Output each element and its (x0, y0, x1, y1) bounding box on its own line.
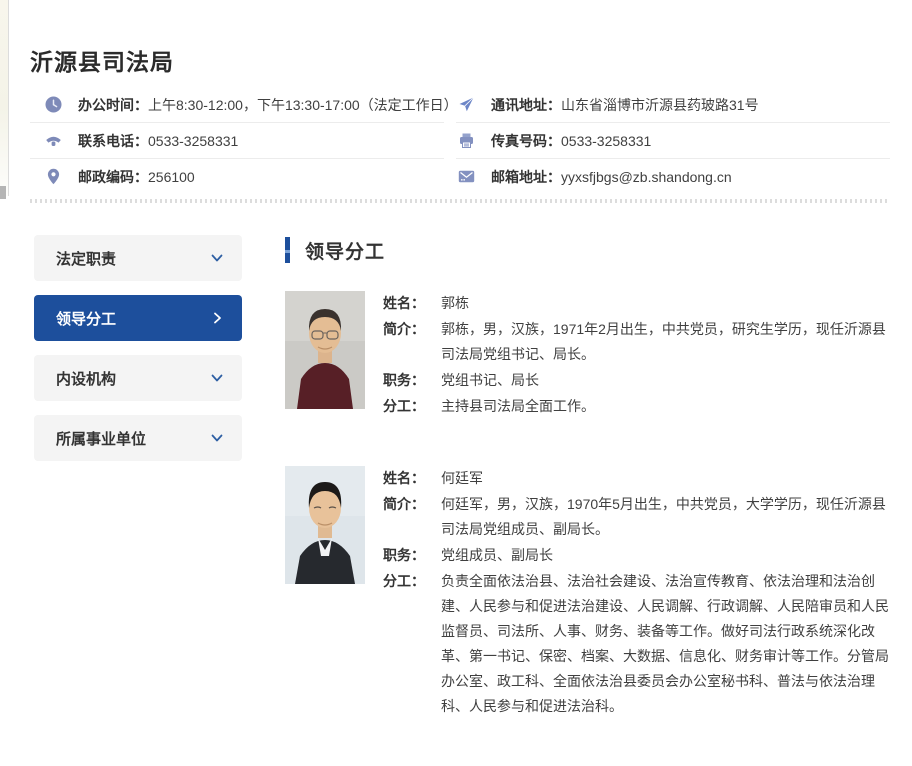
sidebar: 法定职责 领导分工 内设机构 所属事业单位 (34, 235, 242, 475)
page-title: 沂源县司法局 (30, 43, 174, 77)
contact-label: 传真号码： (491, 131, 561, 151)
location-icon (45, 168, 62, 185)
send-icon (458, 96, 475, 113)
sidebar-item-leadership-division[interactable]: 领导分工 (34, 295, 242, 341)
contact-postcode: 邮政编码： 256100 (30, 159, 444, 194)
duty-label: 分工： (383, 569, 441, 719)
leader-position-row: 职务： 党组书记、局长 (383, 368, 890, 393)
contact-phone: 联系电话： 0533-3258331 (30, 123, 444, 159)
leader-name: 何廷军 (441, 466, 890, 491)
leader-card: 姓名： 郭栋 简介： 郭栋，男，汉族，1971年2月出生，中共党员，研究生学历，… (285, 291, 890, 420)
leader-duty-row: 分工： 主持县司法局全面工作。 (383, 394, 890, 419)
leader-name: 郭栋 (441, 291, 890, 316)
sidebar-item-label: 法定职责 (56, 248, 116, 269)
phone-icon (45, 132, 62, 149)
clock-icon (45, 96, 62, 113)
bio-label: 简介： (383, 492, 441, 542)
page-edge-notch (0, 186, 6, 199)
leader-info: 姓名： 郭栋 简介： 郭栋，男，汉族，1971年2月出生，中共党员，研究生学历，… (383, 291, 890, 420)
section-marker-bar (285, 237, 290, 263)
sidebar-item-statutory-duties[interactable]: 法定职责 (34, 235, 242, 281)
contact-value: 0533-3258331 (148, 133, 238, 149)
position-label: 职务： (383, 368, 441, 393)
leader-info: 姓名： 何廷军 简介： 何廷军，男，汉族，1970年5月出生，中共党员，大学学历… (383, 466, 890, 720)
leader-position: 党组成员、副局长 (441, 543, 890, 568)
contact-value: 0533-3258331 (561, 133, 651, 149)
fax-icon (458, 132, 475, 149)
position-label: 职务： (383, 543, 441, 568)
leader-photo (285, 466, 365, 584)
contact-value: 山东省淄博市沂源县药玻路31号 (561, 95, 759, 115)
contact-value: yyxsfjbgs@zb.shandong.cn (561, 169, 732, 185)
leader-bio-row: 简介： 何廷军，男，汉族，1970年5月出生，中共党员，大学学历，现任沂源县司法… (383, 492, 890, 542)
contact-office-hours: 办公时间： 上午8:30-12:00，下午13:30-17:00（法定工作日） (30, 87, 444, 123)
leader-name-row: 姓名： 何廷军 (383, 466, 890, 491)
contact-email: 邮箱地址： yyxsfjbgs@zb.shandong.cn (456, 159, 890, 194)
contact-fax: 传真号码： 0533-3258331 (456, 123, 890, 159)
leader-bio: 郭栋，男，汉族，1971年2月出生，中共党员，研究生学历，现任沂源县司法局党组书… (441, 317, 890, 367)
contact-label: 联系电话： (78, 131, 148, 151)
section-title: 领导分工 (305, 237, 385, 264)
leader-duty: 主持县司法局全面工作。 (441, 394, 890, 419)
page-edge-strip (0, 0, 9, 196)
chevron-down-icon (210, 371, 224, 385)
leader-photo (285, 291, 365, 409)
main-content: 领导分工 姓名： 郭栋 简介： 郭栋，男，汉族，1971年2月出生，中共党员，研… (285, 236, 890, 766)
chevron-down-icon (210, 431, 224, 445)
contact-label: 通讯地址： (491, 95, 561, 115)
duty-label: 分工： (383, 394, 441, 419)
contact-value: 256100 (148, 169, 195, 185)
sidebar-item-internal-organs[interactable]: 内设机构 (34, 355, 242, 401)
dotted-divider (30, 199, 890, 203)
contact-label: 邮箱地址： (491, 167, 561, 187)
chevron-right-icon (210, 311, 224, 325)
sidebar-item-label: 领导分工 (56, 308, 116, 329)
leader-duty: 负责全面依法治县、法治社会建设、法治宣传教育、依法治理和法治创建、人民参与和促进… (441, 569, 890, 719)
name-label: 姓名： (383, 291, 441, 316)
section-header: 领导分工 (285, 236, 890, 264)
name-label: 姓名： (383, 466, 441, 491)
contact-address: 通讯地址： 山东省淄博市沂源县药玻路31号 (456, 87, 890, 123)
contact-label: 办公时间： (78, 95, 148, 115)
sidebar-item-label: 内设机构 (56, 368, 116, 389)
leader-name-row: 姓名： 郭栋 (383, 291, 890, 316)
contact-value: 上午8:30-12:00，下午13:30-17:00（法定工作日） (148, 95, 458, 115)
leader-duty-row: 分工： 负责全面依法治县、法治社会建设、法治宣传教育、依法治理和法治创建、人民参… (383, 569, 890, 719)
sidebar-item-affiliated-institutions[interactable]: 所属事业单位 (34, 415, 242, 461)
leader-position-row: 职务： 党组成员、副局长 (383, 543, 890, 568)
leader-position: 党组书记、局长 (441, 368, 890, 393)
leader-bio-row: 简介： 郭栋，男，汉族，1971年2月出生，中共党员，研究生学历，现任沂源县司法… (383, 317, 890, 367)
leader-bio: 何廷军，男，汉族，1970年5月出生，中共党员，大学学历，现任沂源县司法局党组成… (441, 492, 890, 542)
contact-label: 邮政编码： (78, 167, 148, 187)
sidebar-item-label: 所属事业单位 (56, 428, 146, 449)
contact-info-panel: 办公时间： 上午8:30-12:00，下午13:30-17:00（法定工作日） … (30, 87, 890, 194)
leader-card: 姓名： 何廷军 简介： 何廷军，男，汉族，1970年5月出生，中共党员，大学学历… (285, 466, 890, 720)
bio-label: 简介： (383, 317, 441, 367)
mail-icon (458, 168, 475, 185)
chevron-down-icon (210, 251, 224, 265)
